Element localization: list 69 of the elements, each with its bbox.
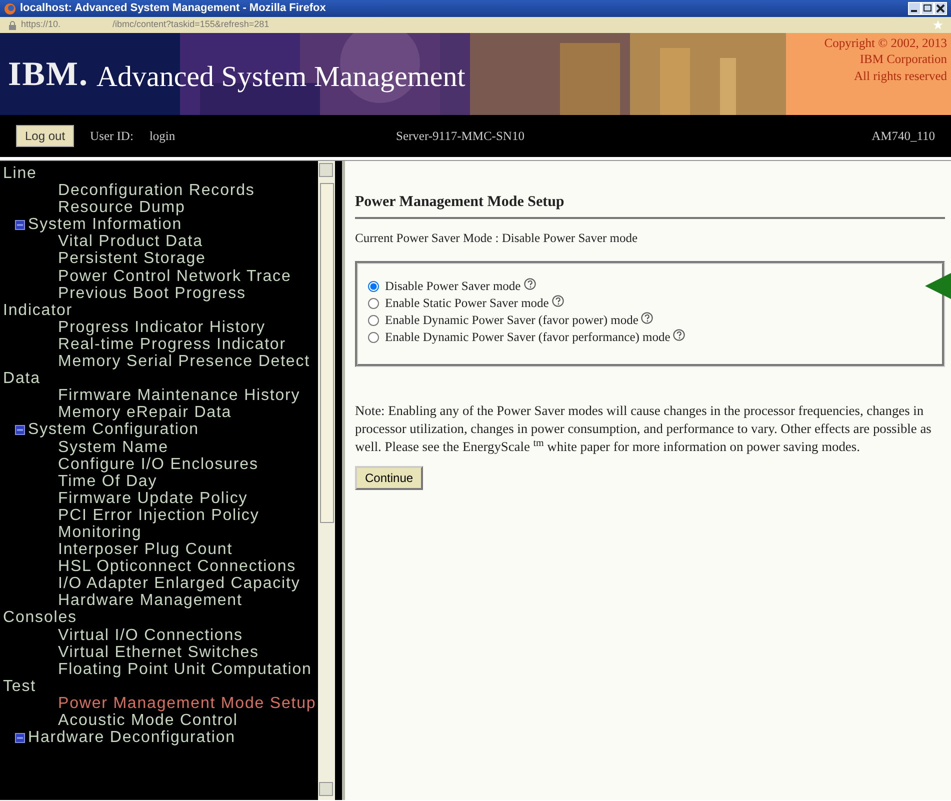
logo: IBM. [8, 54, 88, 94]
current-mode-text: Current Power Saver Mode : Disable Power Saver mode [355, 230, 639, 246]
note-paragraph: Note: Enabling any of the Power Saver modes will cause changes in the processor frequencies, changes in processor utilization, changes in power consumption, and performance to vary. Other effects are possible as well. Please see the EnergyScale $^{tm}$ white paper for more information on power saving modes. [355, 402, 932, 456]
server-name: Server-9117-MMC-SN10 [396, 128, 524, 145]
lock-icon [8, 20, 17, 30]
expander-icon[interactable] [15, 425, 25, 436]
sidebar-item[interactable]: Virtual I/O Connections [3, 626, 318, 644]
sidebar-item[interactable]: Hardware Deconfiguration [3, 729, 318, 746]
sidebar-item[interactable]: Vital Product Data [3, 233, 318, 250]
scrollbar[interactable] [318, 161, 335, 800]
user-id-label: User ID: [90, 128, 134, 145]
sidebar-item[interactable]: Power Management Mode Setup [3, 694, 318, 712]
sidebar-item[interactable]: Configure I/O Enclosures [3, 456, 318, 473]
sidebar-item[interactable]: Firmware Update Policy [3, 490, 318, 507]
sidebar-item[interactable]: System Name [3, 438, 318, 456]
radio-button[interactable] [368, 332, 379, 344]
continue-button[interactable]: Continue [355, 466, 424, 490]
help-icon[interactable] [524, 278, 536, 290]
sidebar-item[interactable]: System Configuration [3, 421, 318, 438]
sidebar-item[interactable]: Virtual Ethernet Switches [3, 644, 318, 661]
copyright-text: IBM Corporation [858, 51, 947, 68]
sidebar-item[interactable]: Memory Serial Presence Detect Data [3, 353, 318, 388]
machine-name: AM740_110 [872, 128, 935, 145]
banner-title: Advanced System Management [96, 60, 466, 96]
sidebar-item[interactable]: Real-time Progress Indicator [3, 336, 318, 354]
expander-icon[interactable] [15, 732, 25, 743]
user-id-value: login [149, 128, 176, 145]
sidebar-item[interactable]: Time Of Day [3, 472, 318, 490]
expander-icon[interactable] [15, 220, 25, 230]
sidebar-item[interactable]: Resource Dump [3, 199, 318, 216]
sidebar-item[interactable]: Memory eRepair Data [3, 404, 318, 422]
sidebar-item[interactable]: Floating Point Unit Computation Test [3, 660, 318, 695]
sidebar-item[interactable]: Line [3, 165, 318, 182]
sidebar-item[interactable]: Acoustic Mode Control [3, 712, 318, 730]
maximize-icon[interactable] [921, 2, 934, 15]
page-heading: Power Management Mode Setup [355, 191, 945, 218]
star-icon[interactable] [933, 20, 943, 30]
sidebar-item[interactable]: System Information [3, 216, 318, 234]
sidebar-item[interactable]: Deconfiguration Records [3, 182, 318, 200]
browser-icon [4, 2, 16, 14]
radio-button[interactable] [368, 281, 379, 292]
option-label[interactable]: Enable Dynamic Power Saver (favor power) mode [385, 312, 638, 330]
sidebar-item[interactable]: Previous Boot Progress Indicator [3, 284, 318, 319]
sidebar-item[interactable]: PCI Error Injection Policy [3, 506, 318, 524]
radio-button[interactable] [368, 298, 379, 310]
pointer-arrow-icon [925, 273, 951, 299]
sidebar-item[interactable]: Persistent Storage [3, 250, 318, 268]
help-icon[interactable] [673, 328, 686, 341]
copyright-text: Copyright © 2002, 2013 [823, 35, 947, 52]
sidebar-item[interactable]: Hardware Management Consoles [3, 592, 318, 627]
window-title: localhost: Advanced System Management - Mozilla Firefox [20, 1, 326, 16]
copyright-text: All rights reserved [852, 68, 947, 84]
logout-button[interactable]: Log out [16, 125, 74, 147]
sidebar-item[interactable]: HSL Opticonnect Connections [3, 558, 318, 576]
help-icon[interactable] [552, 294, 564, 307]
radio-button[interactable] [368, 315, 379, 326]
option-label[interactable]: Disable Power Saver mode [385, 278, 521, 296]
close-icon[interactable] [934, 2, 947, 15]
sidebar-item[interactable]: Power Control Network Trace [3, 268, 318, 285]
sidebar-item[interactable]: Progress Indicator History [3, 318, 318, 336]
minimize-icon[interactable] [908, 2, 921, 15]
option-label[interactable]: Enable Static Power Saver mode [385, 295, 549, 312]
sidebar-item[interactable]: I/O Adapter Enlarged Capacity [3, 575, 318, 592]
sidebar-item[interactable]: Monitoring [3, 524, 318, 542]
sidebar-item[interactable]: Firmware Maintenance History [3, 387, 318, 404]
help-icon[interactable] [641, 312, 654, 324]
sidebar-item[interactable]: Interposer Plug Count [3, 541, 318, 558]
option-label[interactable]: Enable Dynamic Power Saver (favor performance) mode [385, 329, 670, 346]
scrollbar-thumb[interactable] [320, 183, 334, 523]
